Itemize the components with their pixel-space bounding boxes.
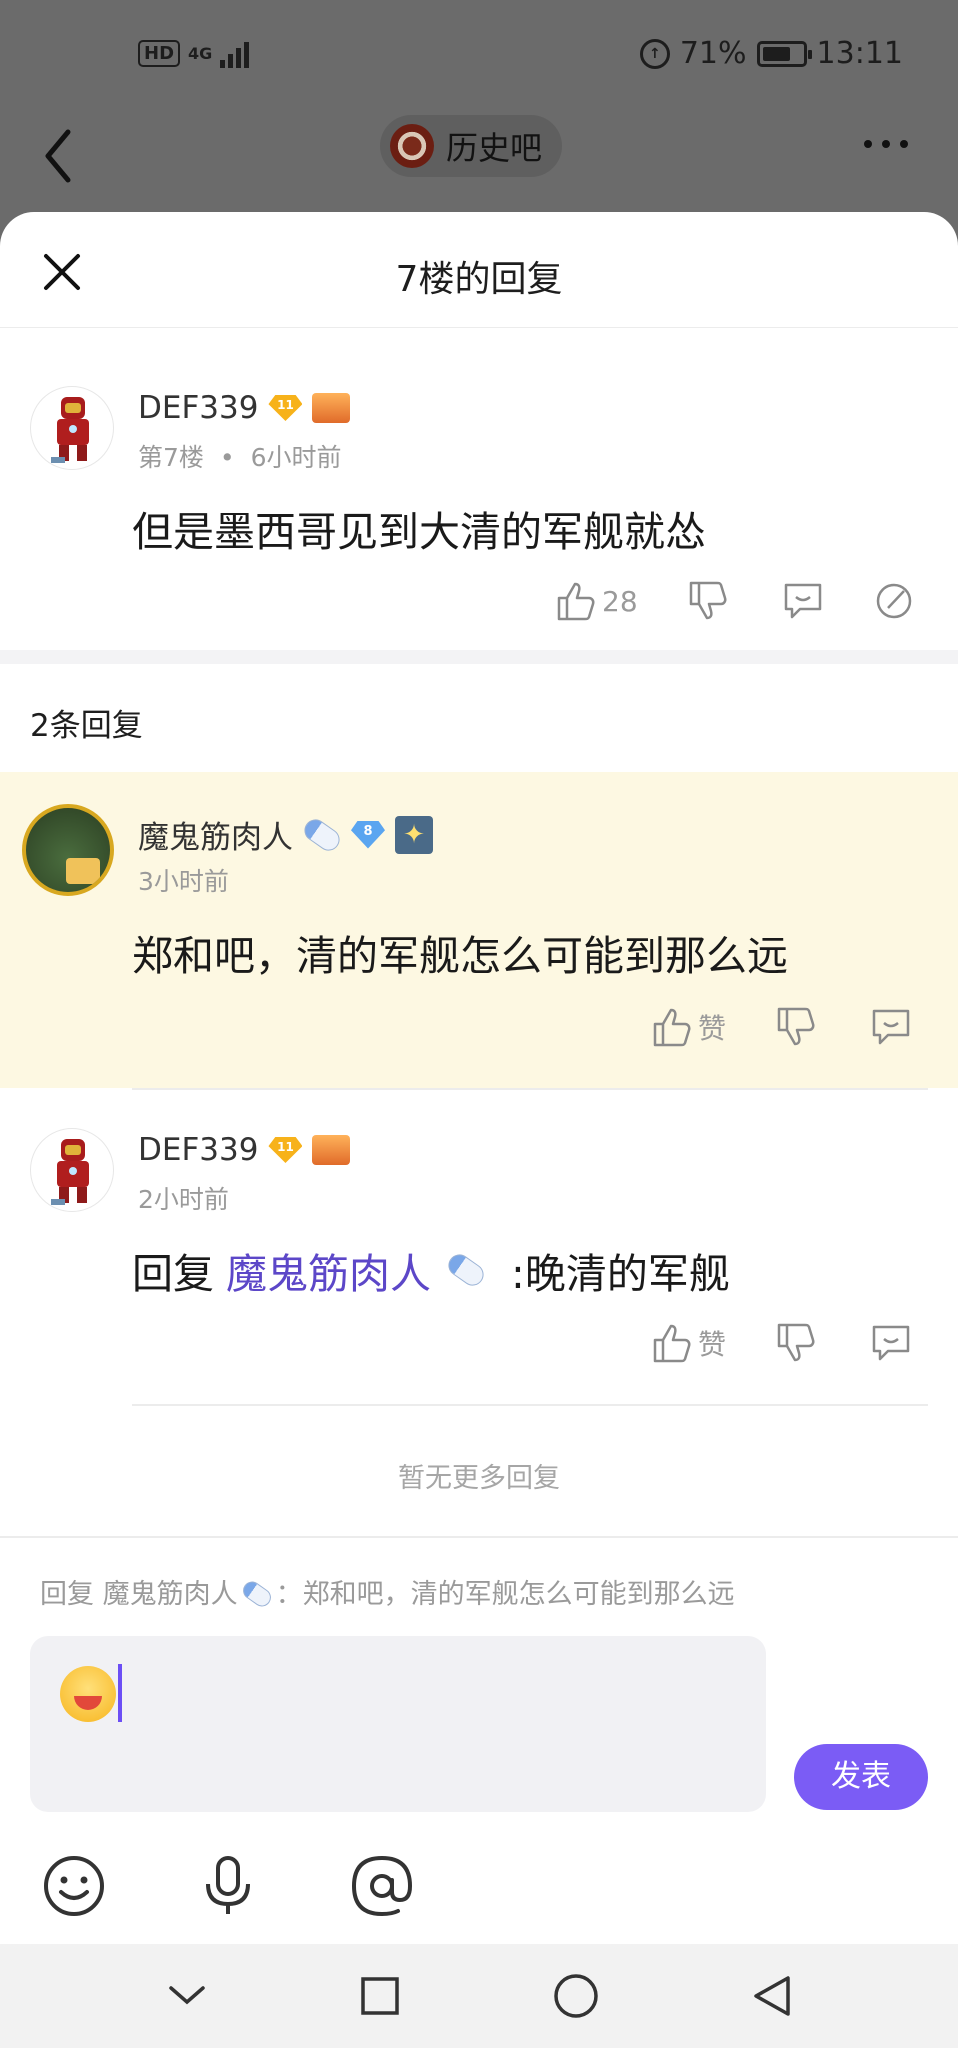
battery-percent: 71% — [679, 36, 747, 71]
reply-quote: 回复 魔鬼筋肉人 ：郑和吧，清的军舰怎么可能到那么远 — [40, 1572, 735, 1611]
thumbs-up-icon — [653, 1008, 691, 1047]
like-button[interactable]: 28 — [556, 580, 638, 622]
username: DEF339 — [138, 1132, 259, 1168]
reply-actions: 赞 — [652, 1322, 912, 1364]
level-badge: 11 — [268, 395, 303, 421]
username: DEF339 — [138, 390, 259, 426]
baby-bottle-icon — [444, 1250, 488, 1290]
comment-icon[interactable] — [782, 581, 824, 621]
reply-divider — [132, 1404, 928, 1406]
more-options-icon[interactable] — [864, 140, 908, 148]
home-icon[interactable] — [553, 1973, 599, 2019]
avatar[interactable] — [30, 386, 114, 470]
replies-count: 2条回复 — [30, 708, 143, 744]
quote-prefix: 回复 魔鬼筋肉人 — [40, 1579, 238, 1610]
section-divider — [0, 650, 958, 664]
baby-bottle-icon — [239, 1578, 275, 1610]
floor-label: 第7楼 — [138, 443, 204, 472]
signal-type: 4G — [188, 43, 213, 63]
hide-keyboard-icon[interactable] — [167, 1984, 207, 2008]
battery-icon — [756, 40, 812, 67]
sheet-title: 7楼的回复 — [395, 259, 563, 300]
avatar[interactable] — [30, 1128, 114, 1212]
mention-link[interactable]: 魔鬼筋肉人 — [226, 1240, 431, 1300]
level-badge: 8 — [351, 820, 385, 849]
forum-logo — [390, 124, 434, 168]
baby-bottle-icon — [300, 814, 344, 855]
username: 魔鬼筋肉人 — [138, 820, 293, 856]
send-button[interactable]: 发表 — [794, 1744, 928, 1810]
no-more-replies: 暂无更多回复 — [398, 1463, 560, 1494]
reply-content: 郑和吧，清的军舰怎么可能到那么远 — [132, 932, 788, 980]
avatar[interactable] — [22, 804, 114, 896]
medal-icon: ✦ — [395, 815, 433, 854]
reply-input[interactable] — [30, 1636, 766, 1812]
forum-name: 历史吧 — [446, 129, 543, 167]
composer-tools — [42, 1854, 414, 1918]
like-label: 赞 — [698, 1328, 727, 1361]
back-icon[interactable] — [40, 126, 80, 186]
back-nav-icon[interactable] — [752, 1974, 792, 2018]
quote-text: ：郑和吧，清的军舰怎么可能到那么远 — [275, 1579, 735, 1610]
laughing-emoji-icon — [60, 1666, 116, 1722]
reply-author[interactable]: DEF339 11 — [138, 1132, 351, 1168]
thumbs-up-icon — [653, 1324, 691, 1363]
like-label: 赞 — [698, 1012, 727, 1045]
clock: 13:11 — [816, 36, 903, 71]
comment-icon[interactable] — [870, 1323, 912, 1363]
reply-text: :晚清的军舰 — [511, 1250, 730, 1298]
mention-icon[interactable] — [350, 1854, 414, 1918]
cake-icon — [66, 858, 100, 884]
data-saver-icon: ↑ — [639, 38, 670, 69]
microphone-icon[interactable] — [196, 1854, 260, 1918]
status-right: ↑ 71% 13:11 — [639, 36, 903, 71]
reply-time: 3小时前 — [138, 867, 229, 896]
thumbs-up-icon — [557, 582, 595, 621]
sheet-header: 7楼的回复 — [0, 212, 958, 328]
forum-pill[interactable]: 历史吧 — [380, 115, 563, 177]
post-meta: 第7楼 • 6小时前 — [138, 438, 341, 474]
post-time: 6小时前 — [250, 443, 342, 472]
reply-divider — [132, 1088, 928, 1090]
reply-actions: 赞 — [652, 1006, 912, 1048]
reply-time: 2小时前 — [138, 1185, 229, 1214]
network-indicators: HD 4G — [138, 38, 250, 68]
thumbs-down-icon[interactable] — [776, 1322, 816, 1364]
thumbs-down-icon[interactable] — [688, 580, 728, 622]
replies-sheet: 7楼的回复 DEF339 11 第7楼 • 6小时前 但是墨西哥见到大清的军舰就… — [0, 212, 958, 2048]
medal-icon — [312, 393, 351, 423]
ironman-avatar-icon — [51, 397, 89, 463]
post-actions: 28 — [556, 580, 914, 622]
reply-content: 回复 魔鬼筋肉人 :晚清的军舰 — [132, 1240, 730, 1300]
medal-icon — [312, 1135, 351, 1165]
like-button[interactable]: 赞 — [652, 1006, 726, 1048]
signal-bars-icon — [220, 38, 250, 68]
level-badge: 11 — [268, 1137, 303, 1163]
reply-prefix: 回复 — [132, 1250, 214, 1298]
emoji-icon[interactable] — [42, 1854, 106, 1918]
like-button[interactable]: 赞 — [652, 1322, 726, 1364]
thumbs-down-icon[interactable] — [776, 1006, 816, 1048]
post-content: 但是墨西哥见到大清的军舰就怂 — [132, 508, 706, 556]
recents-icon[interactable] — [360, 1976, 400, 2016]
like-count: 28 — [602, 584, 638, 618]
system-nav-bar — [0, 1944, 958, 2048]
post-author[interactable]: DEF339 11 — [138, 390, 351, 426]
reply-author[interactable]: 魔鬼筋肉人 8 ✦ — [138, 812, 433, 857]
comment-icon[interactable] — [870, 1007, 912, 1047]
edit-icon[interactable] — [874, 581, 914, 621]
text-cursor — [118, 1664, 122, 1722]
composer-divider — [0, 1536, 958, 1538]
hd-badge: HD — [138, 39, 181, 67]
meta-separator: • — [219, 443, 235, 472]
status-bar: HD 4G ↑ 71% 13:11 — [0, 0, 958, 110]
ironman-avatar-icon — [51, 1139, 89, 1205]
